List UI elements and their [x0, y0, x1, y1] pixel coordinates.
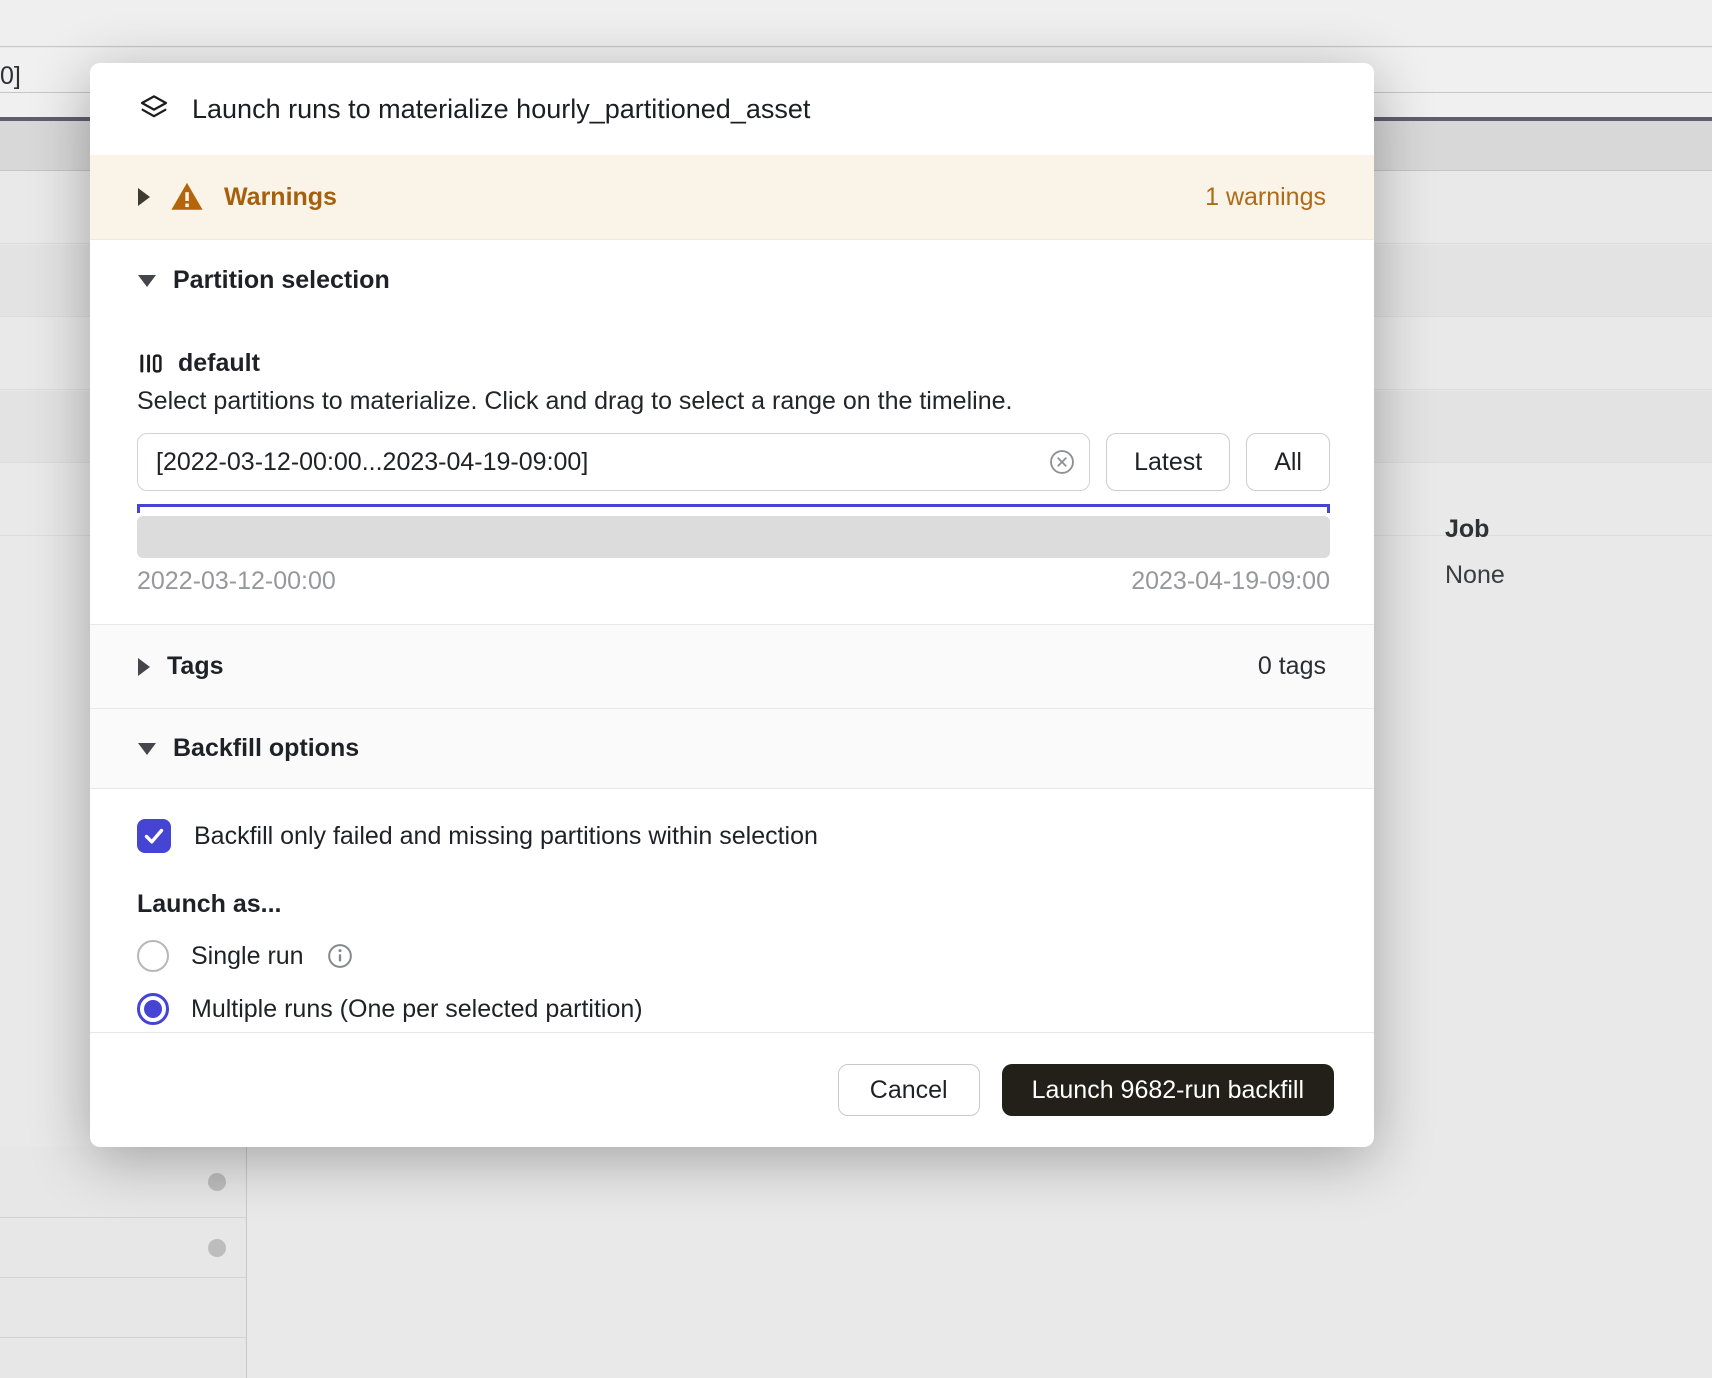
- single-run-option[interactable]: Single run: [137, 940, 1326, 972]
- background-left-panel: [0, 1147, 247, 1378]
- background-list-row: [0, 1278, 246, 1338]
- backfill-options-body: Backfill only failed and missing partiti…: [90, 788, 1374, 1032]
- dimension-row: default: [137, 349, 1330, 378]
- timeline-end-label: 2023-04-19-09:00: [1131, 567, 1330, 596]
- tags-count: 0 tags: [1258, 652, 1326, 681]
- all-button[interactable]: All: [1246, 433, 1330, 491]
- radio-dot: [144, 1000, 162, 1018]
- job-column-value: None: [1445, 561, 1505, 590]
- timeline-selection-bracket: [137, 504, 1330, 513]
- backfill-checkbox-row[interactable]: Backfill only failed and missing partiti…: [137, 819, 1326, 853]
- job-column-header: Job: [1445, 515, 1505, 544]
- launch-as-label: Launch as...: [137, 890, 1326, 919]
- partition-selection-label: Partition selection: [173, 266, 390, 295]
- dimension-name: default: [178, 349, 260, 378]
- partition-controls: Latest All: [137, 433, 1330, 491]
- tags-label: Tags: [167, 652, 224, 681]
- warnings-count: 1 warnings: [1205, 183, 1326, 212]
- radio-unselected-icon[interactable]: [137, 940, 169, 972]
- background-list-row: [0, 1218, 246, 1278]
- materialize-layers-icon: [138, 93, 170, 125]
- background-top-bar: [0, 0, 1712, 47]
- background-partial-text: 0]: [0, 62, 21, 91]
- info-icon[interactable]: [326, 942, 354, 970]
- timeline-bar[interactable]: [137, 516, 1330, 558]
- latest-button[interactable]: Latest: [1106, 433, 1230, 491]
- chevron-right-icon: [138, 188, 150, 206]
- partition-range-input[interactable]: [137, 433, 1090, 491]
- chevron-right-icon: [138, 658, 150, 676]
- timeline-range-labels: 2022-03-12-00:00 2023-04-19-09:00: [137, 567, 1330, 624]
- timeline-start-label: 2022-03-12-00:00: [137, 567, 336, 596]
- dialog-footer: Cancel Launch 9682-run backfill: [90, 1032, 1374, 1147]
- backfill-options-label: Backfill options: [173, 734, 359, 763]
- chevron-down-icon: [138, 743, 156, 755]
- status-dot-icon: [208, 1239, 226, 1257]
- partition-dimension-icon: [137, 350, 164, 377]
- partition-timeline[interactable]: 2022-03-12-00:00 2023-04-19-09:00: [137, 504, 1330, 624]
- backfill-options-section-header[interactable]: Backfill options: [90, 708, 1374, 788]
- chevron-down-icon: [138, 275, 156, 287]
- dialog-header: Launch runs to materialize hourly_partit…: [90, 63, 1374, 155]
- warning-triangle-icon: [170, 180, 204, 214]
- partition-selection-body: default Select partitions to materialize…: [90, 321, 1374, 624]
- status-dot-icon: [208, 1173, 226, 1191]
- partition-selection-section-header[interactable]: Partition selection: [90, 239, 1374, 321]
- dialog-title: Launch runs to materialize hourly_partit…: [192, 94, 810, 125]
- radio-selected-icon[interactable]: [137, 993, 169, 1025]
- background-list-row: [0, 1147, 246, 1218]
- launch-backfill-dialog: Launch runs to materialize hourly_partit…: [90, 63, 1374, 1147]
- clear-selection-icon[interactable]: [1048, 448, 1076, 476]
- tags-section-header[interactable]: Tags 0 tags: [90, 624, 1374, 708]
- multiple-runs-option[interactable]: Multiple runs (One per selected partitio…: [137, 993, 1326, 1025]
- background-job-column: Job None: [1445, 515, 1505, 590]
- launch-backfill-button[interactable]: Launch 9682-run backfill: [1002, 1064, 1334, 1116]
- single-run-label: Single run: [191, 942, 304, 971]
- warnings-label: Warnings: [224, 183, 337, 212]
- checkbox-checked-icon[interactable]: [137, 819, 171, 853]
- warnings-section-header[interactable]: Warnings 1 warnings: [90, 155, 1374, 239]
- cancel-button[interactable]: Cancel: [838, 1064, 980, 1116]
- multiple-runs-label: Multiple runs (One per selected partitio…: [191, 995, 643, 1024]
- partition-description: Select partitions to materialize. Click …: [137, 387, 1330, 416]
- partition-range-field: [137, 433, 1090, 491]
- backfill-checkbox-label: Backfill only failed and missing partiti…: [194, 822, 818, 851]
